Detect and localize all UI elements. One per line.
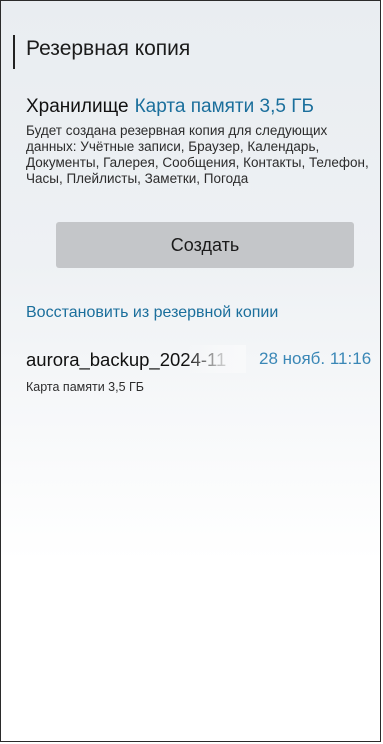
backup-list-item[interactable]: aurora_backup_2024-11 28 нояб. 11:16 Кар… — [1, 339, 380, 394]
header-marker — [13, 35, 15, 69]
page-header: Резервная копия — [1, 1, 380, 99]
backup-storage: Карта памяти 3,5 ГБ — [26, 380, 145, 394]
create-backup-button[interactable]: Создать — [56, 222, 354, 268]
storage-label: Хранилище — [26, 96, 129, 117]
backup-name: aurora_backup_2024-11 — [26, 349, 227, 370]
backup-content-description: Будет создана резервная копия для следую… — [26, 123, 369, 186]
page-title: Резервная копия — [26, 37, 191, 60]
app-window: Резервная копия Хранилище Карта памяти 3,… — [0, 0, 381, 742]
backup-date: 28 нояб. 11:16 — [259, 349, 372, 368]
storage-value[interactable]: Карта памяти 3,5 ГБ — [135, 96, 314, 117]
restore-section-title: Восстановить из резервной копии — [26, 304, 279, 321]
storage-selector[interactable]: Хранилище Карта памяти 3,5 ГБ — [26, 96, 314, 118]
